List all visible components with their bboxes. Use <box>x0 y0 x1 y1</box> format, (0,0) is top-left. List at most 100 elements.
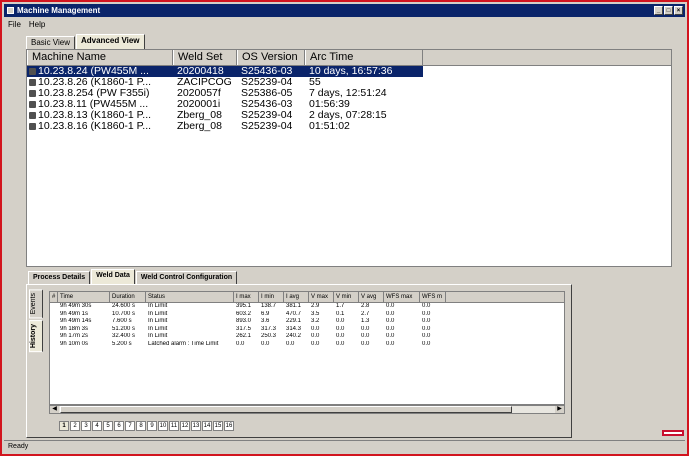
weld-data-grid: # Time Duration Status I max I min I avg V max V… <box>49 291 565 405</box>
page-button[interactable]: 2 <box>70 421 80 431</box>
weld-data-cell: 0.0 <box>422 310 431 317</box>
weld-data-cell: 9h 49m 30s <box>60 303 92 309</box>
machine-row[interactable]: 10.23.8.254 (PW F355i) 2020057f S25386-05 7… <box>27 88 671 99</box>
weld-data-cell: 262.1 <box>236 333 252 339</box>
page-button[interactable]: 7 <box>125 421 135 431</box>
menu-help[interactable]: Help <box>29 20 45 29</box>
machine-cell-os: S25239-04 <box>237 121 305 132</box>
weld-column-header[interactable]: Status <box>146 292 234 302</box>
weld-data-row[interactable]: 9h 17m 2s 32.400 s In Limit 262.1 250.3 240.2… <box>50 333 564 341</box>
scroll-right-icon[interactable]: ▶ <box>555 406 564 413</box>
column-header-machine-name[interactable]: Machine Name <box>27 50 173 65</box>
lincoln-electric-logo <box>662 430 684 436</box>
machine-row[interactable]: 10.23.8.16 (K1860-1 P... Zberg_08 S25239-0… <box>27 121 671 132</box>
machine-cell-text: 10.23.8.16 (K1860-1 P... <box>38 121 152 132</box>
machine-row[interactable]: 10.23.8.26 (K1860-1 P... ZACIPCOG S25239-0… <box>27 77 671 88</box>
machine-icon <box>29 122 36 130</box>
machine-icon <box>29 100 36 108</box>
title-bar[interactable]: Machine Management _ □ × <box>4 4 685 17</box>
page-button[interactable]: 6 <box>114 421 124 431</box>
weld-column-header[interactable]: Duration <box>110 292 146 302</box>
page-button[interactable]: 4 <box>92 421 102 431</box>
view-tabs: Basic View Advanced View <box>26 34 146 49</box>
machine-cell-text: 55 <box>309 77 321 88</box>
weld-data-row[interactable]: 9h 18m 3s 51.200 s In Limit 317.5 317.3 314.3… <box>50 326 564 334</box>
weld-column-header[interactable]: V max <box>309 292 334 302</box>
weld-data-cell: 0.0 <box>336 318 345 324</box>
machine-cell-arc: 01:51:02 <box>305 121 423 132</box>
weld-data-row[interactable]: 9h 49m 1s 10.700 s In Limit 603.2 6.9 470.7 3.… <box>50 311 564 319</box>
machine-cell-text: S25239-04 <box>241 121 293 132</box>
weld-column-header[interactable]: I min <box>259 292 284 302</box>
tab-weld-control-configuration[interactable]: Weld Control Configuration <box>135 271 238 284</box>
maximize-button[interactable]: □ <box>664 6 673 15</box>
machine-cell-text: S25436-03 <box>241 66 293 77</box>
weld-data-cell: 317.3 <box>261 325 277 332</box>
weld-column-header[interactable]: V avg <box>359 292 384 302</box>
weld-data-row[interactable]: 9h 10m 0s 5.200 s Latched alarm : Time Lim… <box>50 341 564 349</box>
weld-data-cell: Latched alarm : Time Limit <box>148 340 219 347</box>
machine-cell-text: 01:51:02 <box>309 121 350 132</box>
page-button[interactable]: 12 <box>180 421 190 431</box>
weld-data-cell <box>50 326 58 334</box>
column-header-os-version[interactable]: OS Version <box>237 50 305 65</box>
weld-column-header[interactable]: I avg <box>284 292 309 302</box>
machine-cell-os: S25239-04 <box>237 77 305 88</box>
machine-cell-name: 10.23.8.26 (K1860-1 P... <box>27 77 173 88</box>
close-button[interactable]: × <box>674 6 683 15</box>
machine-cell-text: 2 days, 07:28:15 <box>309 110 387 121</box>
page-button[interactable]: 11 <box>169 421 179 431</box>
weld-column-header[interactable]: V min <box>334 292 359 302</box>
weld-column-header[interactable]: I max <box>234 292 259 302</box>
horizontal-scrollbar[interactable]: ◀ ▶ <box>49 405 565 414</box>
page-button[interactable]: 3 <box>81 421 91 431</box>
machine-row[interactable]: 10.23.8.24 (PW455M ... 20200418 S25436-03 1… <box>27 66 671 77</box>
machine-cell-os: S25436-03 <box>237 66 305 77</box>
tab-events[interactable]: Events <box>29 289 43 319</box>
column-header-arc-time[interactable]: Arc Time <box>305 50 423 65</box>
tab-basic-view[interactable]: Basic View <box>26 36 75 49</box>
weld-data-cell: In Limit <box>148 318 168 324</box>
machine-cell-arc: 2 days, 07:28:15 <box>305 110 423 121</box>
weld-data-cell: In Limit <box>148 310 168 317</box>
page-button[interactable]: 15 <box>213 421 223 431</box>
page-button[interactable]: 10 <box>158 421 168 431</box>
page-button[interactable]: 16 <box>224 421 234 431</box>
tab-advanced-view[interactable]: Advanced View <box>75 34 145 49</box>
machine-cell-text: Zberg_08 <box>177 121 222 132</box>
machine-row[interactable]: 10.23.8.11 (PW455M ... 2020001i S25436-03 0… <box>27 99 671 110</box>
scroll-left-icon[interactable]: ◀ <box>50 406 59 413</box>
tab-process-details[interactable]: Process Details <box>28 271 91 284</box>
page-button[interactable]: 5 <box>103 421 113 431</box>
weld-data-cell: 9h 10m 0s <box>60 340 89 347</box>
menu-file[interactable]: File <box>8 20 21 29</box>
machine-row[interactable]: 10.23.8.13 (K1860-1 P... Zberg_08 S25239-0… <box>27 110 671 121</box>
weld-column-header[interactable]: Time <box>58 292 110 302</box>
weld-data-cell: 0.0 <box>386 333 395 339</box>
weld-column-header[interactable]: WFS max <box>384 292 420 302</box>
window-title: Machine Management <box>17 6 101 15</box>
weld-data-row[interactable]: 9h 49m 30s 24.600 s In Limit 395.1 138.7 381.… <box>50 303 564 311</box>
scrollbar-thumb[interactable] <box>60 406 512 413</box>
weld-data-cell: 395.1 <box>236 303 252 309</box>
weld-data-cell: 0.0 <box>386 325 395 332</box>
tab-history[interactable]: History <box>29 320 43 353</box>
weld-data-row[interactable]: 9h 49m 14s 7.600 s In Limit 893.0 3.6 229.1 3.… <box>50 318 564 326</box>
weld-column-header[interactable]: # <box>50 292 58 302</box>
weld-data-cell: 9h 17m 2s <box>60 333 89 339</box>
minimize-button[interactable]: _ <box>654 6 663 15</box>
weld-data-cell: 3.6 <box>261 318 270 324</box>
weld-data-cell: 0.0 <box>336 325 345 332</box>
page-button[interactable]: 1 <box>59 421 69 431</box>
weld-column-header[interactable]: WFS m <box>420 292 446 302</box>
page-button[interactable]: 13 <box>191 421 201 431</box>
page-button[interactable]: 14 <box>202 421 212 431</box>
page-button[interactable]: 9 <box>147 421 157 431</box>
weld-data-cell: 470.7 <box>286 310 302 317</box>
tab-weld-data[interactable]: Weld Data <box>91 269 135 284</box>
machine-cell-text: 2020001i <box>177 99 221 110</box>
page-button[interactable]: 8 <box>136 421 146 431</box>
machine-cell-text: Zberg_08 <box>177 110 222 121</box>
machine-cell-text: 10.23.8.13 (K1860-1 P... <box>38 110 152 121</box>
column-header-weld-set[interactable]: Weld Set <box>173 50 237 65</box>
